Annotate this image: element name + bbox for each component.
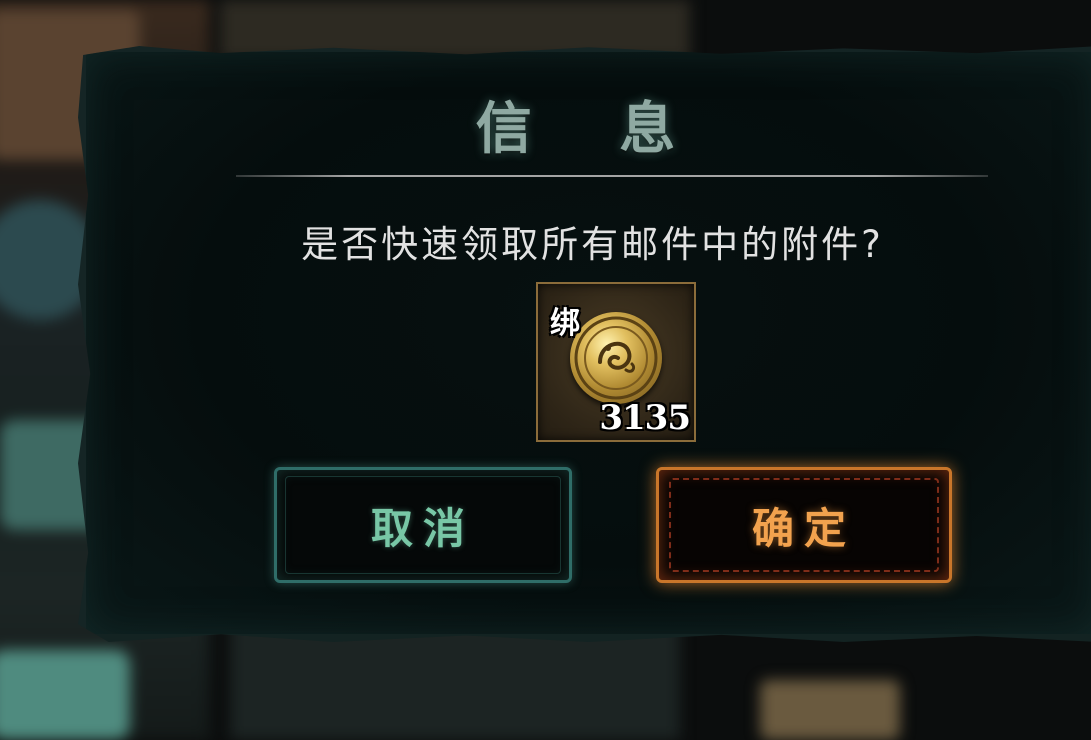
item-count: 3135 xyxy=(599,398,691,438)
bronze-coin-icon xyxy=(570,312,662,404)
cancel-button[interactable]: 取消 xyxy=(274,467,572,583)
title-divider xyxy=(236,175,988,177)
confirm-button-label: 确定 xyxy=(751,503,856,553)
info-dialog: 信 息 是否快速领取所有邮件中的附件? 绑 3135 取消 确定 xyxy=(78,46,1091,642)
background-bottom-block xyxy=(760,680,900,740)
confirm-button[interactable]: 确定 xyxy=(656,467,952,583)
dialog-message: 是否快速领取所有邮件中的附件? xyxy=(301,223,884,266)
dialog-title: 信 息 xyxy=(475,96,710,162)
cancel-button-label: 取消 xyxy=(370,503,475,553)
background-block xyxy=(0,650,130,740)
attachment-item-slot[interactable]: 绑 3135 xyxy=(536,282,696,442)
game-screen: 信 息 是否快速领取所有邮件中的附件? 绑 3135 取消 确定 xyxy=(0,0,1091,740)
bound-badge: 绑 xyxy=(550,306,580,341)
